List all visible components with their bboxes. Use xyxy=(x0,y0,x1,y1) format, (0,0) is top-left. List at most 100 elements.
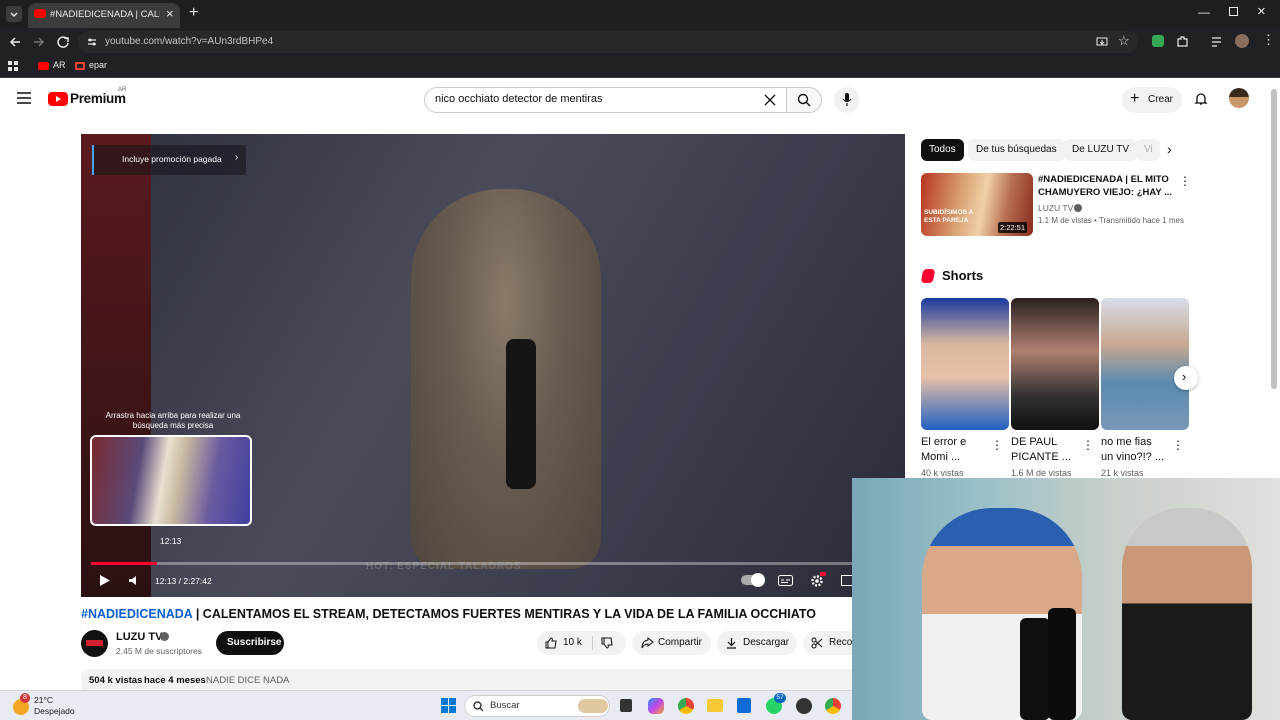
short-card[interactable] xyxy=(1011,298,1099,430)
tab-search-button[interactable] xyxy=(6,6,22,22)
like-icon[interactable] xyxy=(545,637,557,649)
shorts-next-button[interactable]: › xyxy=(1174,366,1198,390)
plus-icon: + xyxy=(1130,90,1140,107)
rec-more-icon[interactable]: ⋮ xyxy=(1179,174,1191,188)
extension-icon-green[interactable] xyxy=(1152,35,1164,47)
notifications-bell-icon[interactable] xyxy=(1194,92,1208,106)
extensions-puzzle-icon[interactable] xyxy=(1176,35,1189,48)
dislike-icon[interactable] xyxy=(601,637,613,649)
restore-button[interactable] xyxy=(1229,7,1238,16)
subtitles-icon[interactable] xyxy=(778,575,793,586)
chip-from-searches[interactable]: De tus búsquedas xyxy=(968,139,1065,161)
settings-gear-icon[interactable] xyxy=(810,574,824,588)
share-icon xyxy=(641,637,654,649)
scissors-icon xyxy=(811,637,823,649)
copilot-icon[interactable] xyxy=(648,698,664,714)
forward-icon[interactable] xyxy=(32,35,46,49)
channel-avatar[interactable] xyxy=(81,630,108,657)
shorts-logo-icon xyxy=(920,269,936,283)
channel-logo-mark xyxy=(86,640,103,646)
like-count: 10 k xyxy=(563,637,582,648)
chrome-profile-icon[interactable] xyxy=(825,698,841,714)
weather-widget[interactable]: 8 21°C Despejado xyxy=(10,693,90,719)
channel-name[interactable]: LUZU TV xyxy=(116,631,162,643)
page-scrollbar[interactable] xyxy=(1271,89,1277,389)
webcam-overlay xyxy=(852,478,1280,720)
seek-preview-thumbnail xyxy=(90,435,252,526)
chip-all[interactable]: Todos xyxy=(921,139,964,161)
short-card[interactable] xyxy=(921,298,1009,430)
upload-age: hace 4 meses xyxy=(144,675,206,686)
paid-promotion-banner[interactable]: Incluye promoción pagada › xyxy=(92,145,246,175)
recommended-video[interactable]: SUBIDÍSIMOS A ESTA PAREJA 2:22:51 #NADIE… xyxy=(921,173,1191,237)
profile-avatar[interactable] xyxy=(1235,34,1249,48)
youtube-logo[interactable]: Premium AR xyxy=(48,87,138,111)
voice-search-button[interactable] xyxy=(834,87,860,113)
short-card[interactable] xyxy=(1101,298,1189,430)
subscribe-button[interactable]: Suscribirse xyxy=(216,631,284,655)
shorts-label: Shorts xyxy=(942,268,984,283)
chips-next-icon[interactable]: › xyxy=(1167,141,1172,157)
description-tag: NADIE DICE NADA xyxy=(206,675,290,686)
tab-close-icon[interactable]: × xyxy=(166,6,174,21)
bookmark-star-icon[interactable]: ☆ xyxy=(1118,33,1130,49)
play-icon[interactable] xyxy=(99,574,111,587)
store-icon[interactable] xyxy=(737,698,751,713)
rec-thumbnail: SUBIDÍSIMOS A ESTA PAREJA 2:22:51 xyxy=(921,173,1033,236)
share-button[interactable]: Compartir xyxy=(632,631,711,655)
task-view-icon[interactable] xyxy=(620,699,632,712)
volume-icon[interactable] xyxy=(128,575,140,586)
paid-promotion-label: Incluye promoción pagada xyxy=(122,154,222,164)
like-dislike-group: 10 k xyxy=(537,631,626,655)
video-player[interactable]: Incluye promoción pagada › Arrastra haci… xyxy=(81,134,905,597)
hd-badge xyxy=(820,572,826,576)
chip-from-channel[interactable]: De LUZU TV xyxy=(1064,139,1138,161)
apps-grid-icon[interactable] xyxy=(8,61,19,72)
download-button[interactable]: Descargar xyxy=(717,631,797,655)
drag-hint-line2: búsqueda más precisa xyxy=(132,421,214,430)
reload-icon[interactable] xyxy=(56,35,70,49)
search-button[interactable] xyxy=(786,87,822,113)
search-input[interactable]: nico occhiato detector de mentiras xyxy=(424,87,787,113)
media-control-icon[interactable] xyxy=(1211,36,1224,48)
short-more-icon[interactable]: ⋮ xyxy=(991,438,1003,452)
chip-partial[interactable]: Vi xyxy=(1136,139,1160,161)
rec-meta: 1.1 M de vistas • Transmitido hace 1 mes xyxy=(1038,216,1184,225)
whatsapp-icon[interactable]: 57 xyxy=(766,693,786,714)
short-more-icon[interactable]: ⋮ xyxy=(1082,438,1094,452)
close-window-button[interactable]: × xyxy=(1257,3,1266,20)
video-title: #NADIEDICENADA | CALENTAMOS EL STREAM, D… xyxy=(81,607,816,621)
taskbar-search-placeholder: Buscar xyxy=(490,700,520,711)
chrome-icon[interactable] xyxy=(678,698,694,714)
logo-text: Premium xyxy=(70,91,126,106)
taskbar-search[interactable]: Buscar xyxy=(464,695,610,717)
clear-search-icon[interactable] xyxy=(764,94,776,106)
rec-thumb-text2: ESTA PAREJA xyxy=(924,217,969,224)
weather-desc: Despejado xyxy=(34,706,75,716)
progress-track[interactable] xyxy=(91,562,896,565)
rec-channel: LUZU TV xyxy=(1038,203,1074,213)
short-title-line2: un vino?!? ... xyxy=(1101,451,1164,463)
view-count: 504 k vistas xyxy=(89,675,143,686)
windows-start-icon[interactable] xyxy=(441,698,456,713)
rec-title-line2: CHAMUYERO VIEJO: ¿HAY ... xyxy=(1038,187,1173,198)
title-hashtag-link[interactable]: #NADIEDICENADA xyxy=(81,607,192,621)
active-tab[interactable]: #NADIEDICENADA | CALENTAM × xyxy=(28,3,180,28)
short-title-line2: Momi ... xyxy=(921,451,961,463)
install-app-icon[interactable] xyxy=(1096,36,1108,48)
url-bar[interactable]: youtube.com/watch?v=AUn3rdBHPe4 ☆ xyxy=(78,31,1138,53)
app-icon-dark[interactable] xyxy=(796,698,812,714)
file-explorer-icon[interactable] xyxy=(707,699,723,712)
back-icon[interactable] xyxy=(8,35,22,49)
short-more-icon[interactable]: ⋮ xyxy=(1172,438,1184,452)
site-info-icon[interactable] xyxy=(86,36,98,48)
new-tab-button[interactable]: + xyxy=(189,4,198,22)
microphone-right xyxy=(1048,608,1076,720)
minimize-button[interactable]: — xyxy=(1198,5,1210,19)
browser-menu-icon[interactable]: ⋮ xyxy=(1262,32,1275,48)
autoplay-toggle[interactable] xyxy=(741,573,765,587)
account-avatar[interactable] xyxy=(1229,88,1249,108)
menu-hamburger-icon[interactable] xyxy=(17,92,31,104)
time-display: 12:13 / 2:27:42 xyxy=(155,576,212,586)
create-button[interactable]: + Crear xyxy=(1122,87,1182,113)
